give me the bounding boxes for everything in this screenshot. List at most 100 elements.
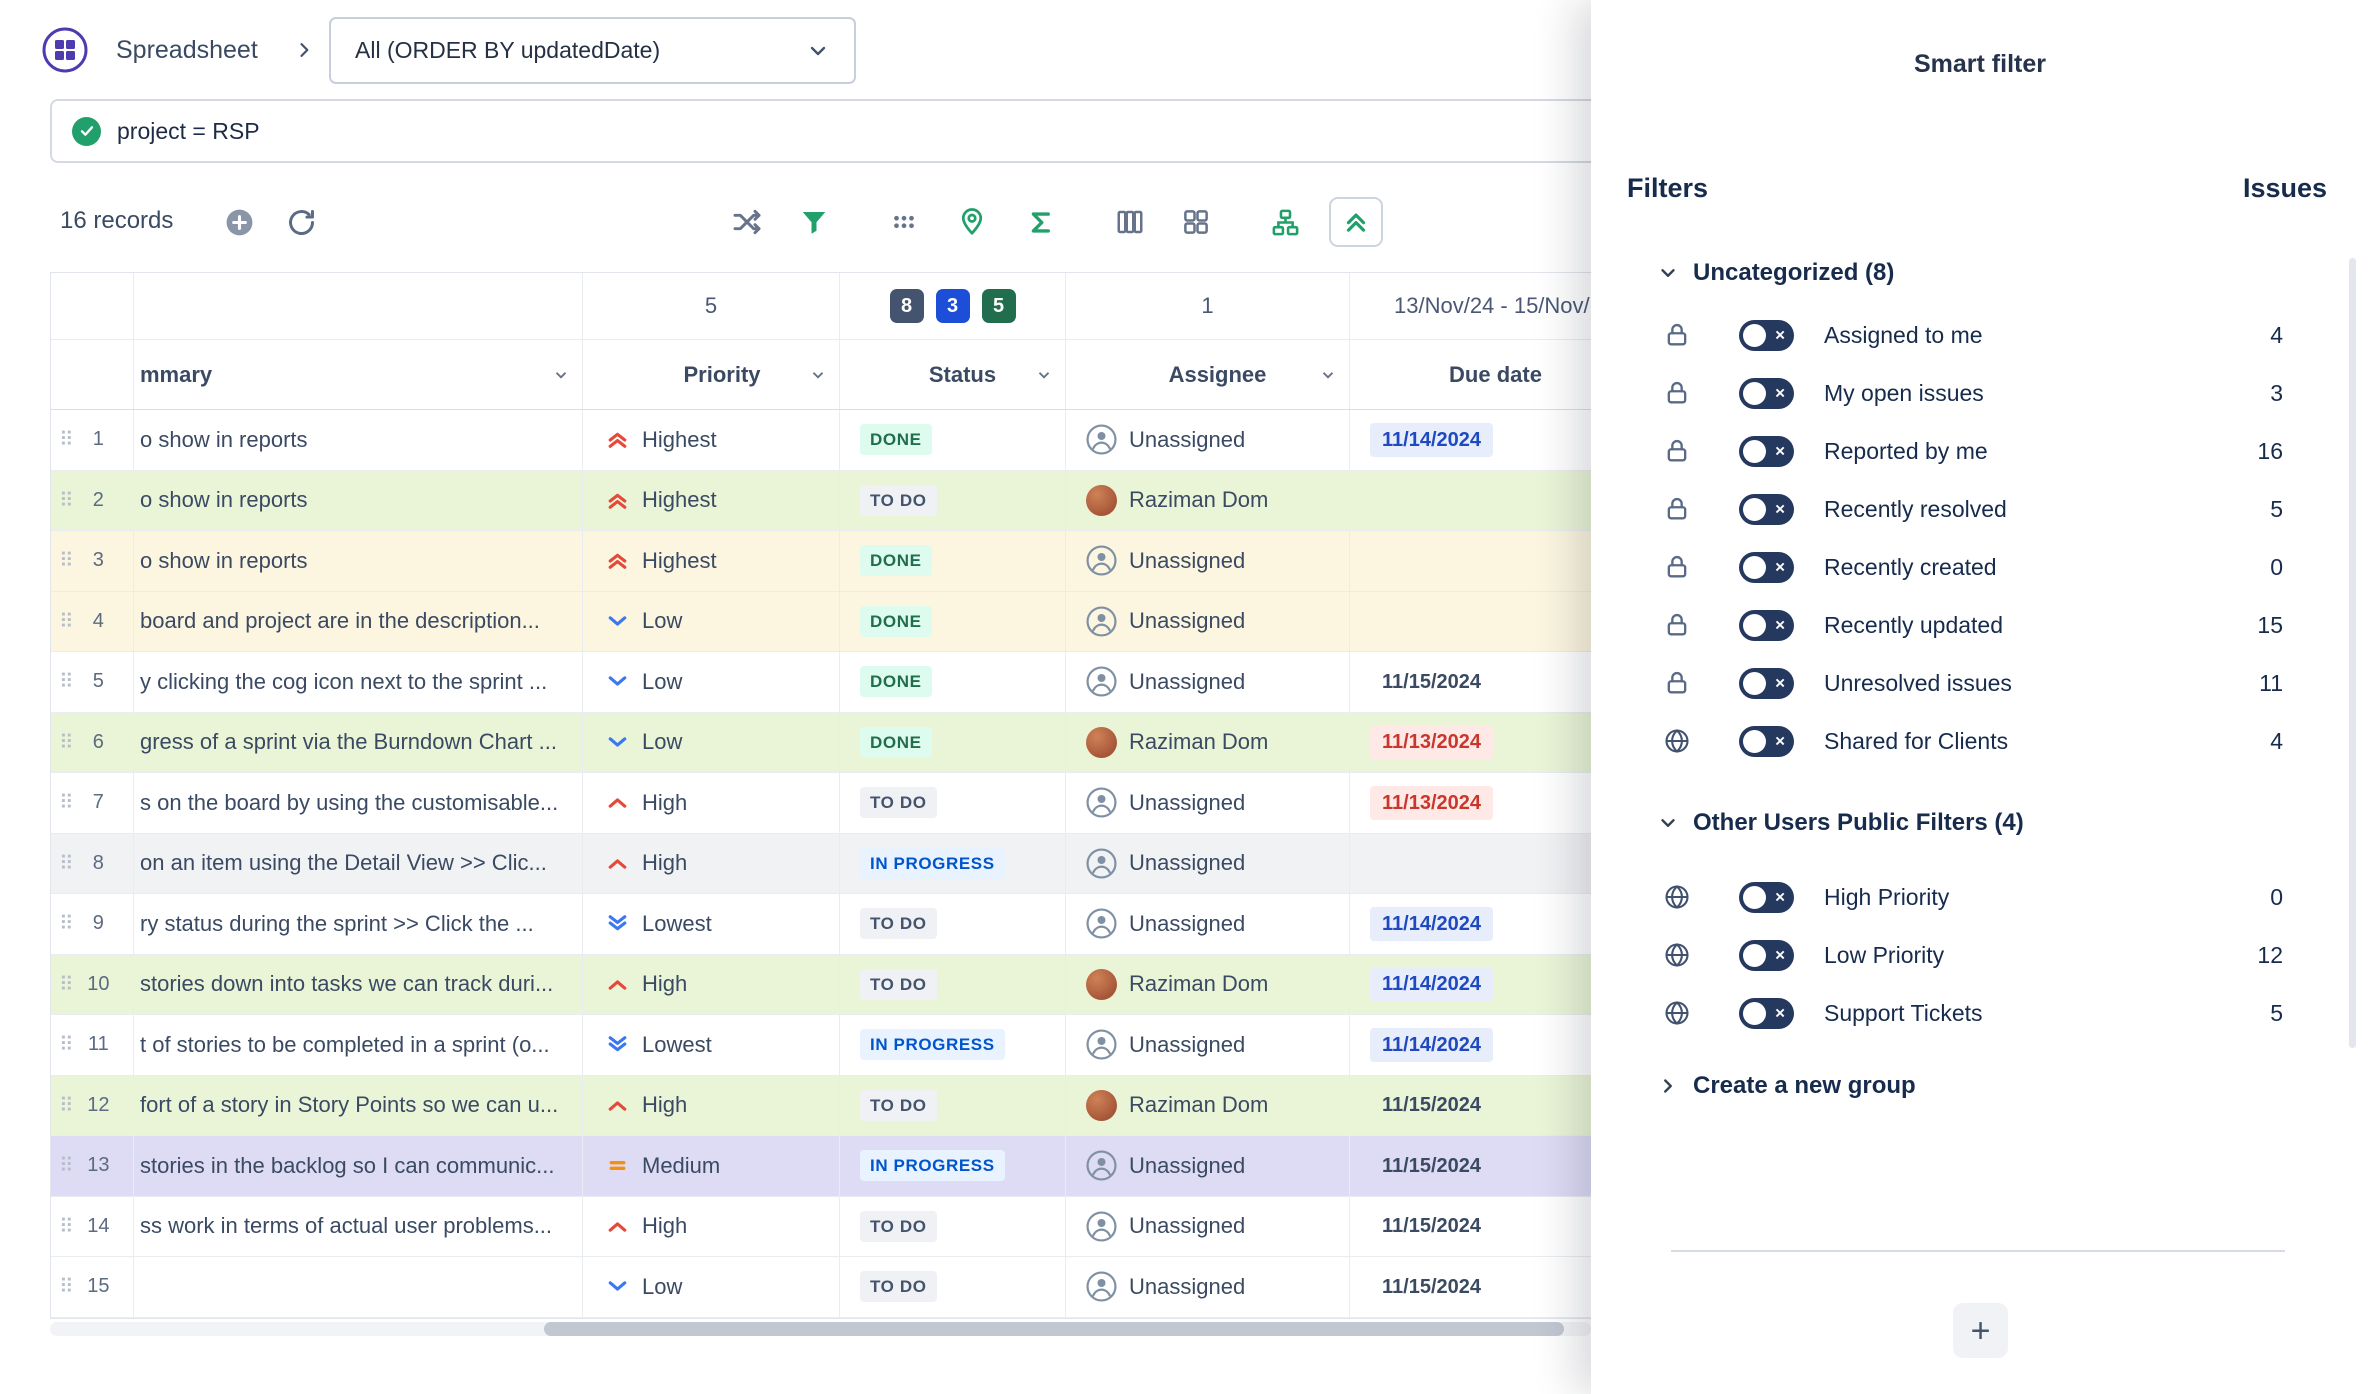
filter-toggle[interactable]: ×	[1739, 998, 1794, 1029]
filter-toggle[interactable]: ×	[1739, 882, 1794, 913]
add-record-button[interactable]	[216, 199, 262, 245]
row-number-cell[interactable]: ⠿15	[51, 1257, 134, 1317]
status-cell[interactable]: TO DO	[840, 773, 1066, 833]
priority-cell[interactable]: Low	[583, 713, 840, 773]
collapse-all-button[interactable]	[1329, 197, 1383, 247]
grid-view-button[interactable]	[1173, 199, 1219, 245]
hierarchy-button[interactable]	[1262, 199, 1308, 245]
drag-handle-icon[interactable]: ⠿	[59, 972, 74, 997]
table-row[interactable]: ⠿10stories down into tasks we can track …	[51, 955, 1619, 1016]
filter-group-header[interactable]: Other Users Public Filters (4)	[1591, 790, 2369, 856]
summary-cell[interactable]: t of stories to be completed in a sprint…	[134, 1015, 583, 1075]
table-row[interactable]: ⠿5y clicking the cog icon next to the sp…	[51, 652, 1619, 713]
drag-handle-icon[interactable]: ⠿	[59, 1214, 74, 1239]
column-header-due-date[interactable]: Due date	[1350, 340, 1621, 409]
due-date-cell[interactable]: 11/13/2024	[1350, 713, 1621, 773]
priority-cell[interactable]: High	[583, 773, 840, 833]
status-cell[interactable]: DONE	[840, 592, 1066, 652]
summary-cell[interactable]: ry status during the sprint >> Click the…	[134, 894, 583, 954]
filter-button[interactable]	[791, 199, 837, 245]
filter-toggle[interactable]: ×	[1739, 494, 1794, 525]
status-cell[interactable]: TO DO	[840, 955, 1066, 1015]
status-cell[interactable]: IN PROGRESS	[840, 1015, 1066, 1075]
status-cell[interactable]: IN PROGRESS	[840, 834, 1066, 894]
assignee-cell[interactable]: Unassigned	[1066, 1197, 1350, 1257]
assignee-cell[interactable]: Unassigned	[1066, 1015, 1350, 1075]
assignee-cell[interactable]: Unassigned	[1066, 592, 1350, 652]
row-number-cell[interactable]: ⠿11	[51, 1015, 134, 1075]
due-date-cell[interactable]: 11/13/2024	[1350, 773, 1621, 833]
summary-cell[interactable]: board and project are in the description…	[134, 592, 583, 652]
status-cell[interactable]: DONE	[840, 531, 1066, 591]
sort-chevron-icon[interactable]	[552, 366, 570, 384]
assignee-cell[interactable]: Unassigned	[1066, 652, 1350, 712]
horizontal-scrollbar-thumb[interactable]	[544, 1322, 1564, 1336]
refresh-button[interactable]	[278, 199, 324, 245]
priority-cell[interactable]: Highest	[583, 410, 840, 470]
status-cell[interactable]: IN PROGRESS	[840, 1136, 1066, 1196]
row-number-cell[interactable]: ⠿6	[51, 713, 134, 773]
column-header-priority[interactable]: Priority	[583, 340, 840, 409]
assignee-cell[interactable]: Unassigned	[1066, 1257, 1350, 1317]
table-row[interactable]: ⠿6gress of a sprint via the Burndown Cha…	[51, 713, 1619, 774]
drag-handle-icon[interactable]: ⠿	[59, 609, 74, 634]
table-row[interactable]: ⠿13stories in the backlog so I can commu…	[51, 1136, 1619, 1197]
drag-handle-icon[interactable]: ⠿	[59, 548, 74, 573]
column-header-status[interactable]: Status	[840, 340, 1066, 409]
drag-handle-icon[interactable]: ⠿	[59, 1153, 74, 1178]
row-number-cell[interactable]: ⠿13	[51, 1136, 134, 1196]
drag-handle-icon[interactable]: ⠿	[59, 427, 74, 452]
status-cell[interactable]: TO DO	[840, 1076, 1066, 1136]
row-number-cell[interactable]: ⠿5	[51, 652, 134, 712]
summary-cell[interactable]: ss work in terms of actual user problems…	[134, 1197, 583, 1257]
status-cell[interactable]: TO DO	[840, 1197, 1066, 1257]
add-filter-button[interactable]: +	[1953, 1303, 2008, 1358]
priority-cell[interactable]: Lowest	[583, 1015, 840, 1075]
summary-cell[interactable]: on an item using the Detail View >> Clic…	[134, 834, 583, 894]
insert-column-button[interactable]	[1107, 199, 1153, 245]
summary-cell[interactable]: o show in reports	[134, 531, 583, 591]
row-number-cell[interactable]: ⠿8	[51, 834, 134, 894]
priority-cell[interactable]: Highest	[583, 531, 840, 591]
filter-toggle[interactable]: ×	[1739, 668, 1794, 699]
priority-cell[interactable]: Low	[583, 1257, 840, 1317]
due-date-cell[interactable]: 11/15/2024	[1350, 1197, 1621, 1257]
summary-cell[interactable]: o show in reports	[134, 471, 583, 531]
due-date-cell[interactable]: 11/15/2024	[1350, 1076, 1621, 1136]
summary-cell[interactable]: stories down into tasks we can track dur…	[134, 955, 583, 1015]
filter-toggle[interactable]: ×	[1739, 940, 1794, 971]
query-input[interactable]: project = RSP	[50, 99, 1612, 163]
priority-cell[interactable]: High	[583, 834, 840, 894]
drag-handle-icon[interactable]: ⠿	[59, 669, 74, 694]
drag-handle-icon[interactable]: ⠿	[59, 1274, 74, 1299]
drag-handle-icon[interactable]: ⠿	[59, 488, 74, 513]
row-number-cell[interactable]: ⠿9	[51, 894, 134, 954]
priority-cell[interactable]: Highest	[583, 471, 840, 531]
table-row[interactable]: ⠿8on an item using the Detail View >> Cl…	[51, 834, 1619, 895]
status-cell[interactable]: DONE	[840, 410, 1066, 470]
table-row[interactable]: ⠿7s on the board by using the customisab…	[51, 773, 1619, 834]
filter-group-header[interactable]: Uncategorized (8)	[1591, 240, 2369, 306]
due-date-cell[interactable]	[1350, 471, 1621, 531]
filter-toggle[interactable]: ×	[1739, 378, 1794, 409]
due-date-cell[interactable]	[1350, 531, 1621, 591]
priority-cell[interactable]: High	[583, 1197, 840, 1257]
summary-cell[interactable]: fort of a story in Story Points so we ca…	[134, 1076, 583, 1136]
priority-cell[interactable]: Low	[583, 652, 840, 712]
due-date-cell[interactable]: 11/14/2024	[1350, 894, 1621, 954]
assignee-cell[interactable]: Unassigned	[1066, 834, 1350, 894]
shuffle-button[interactable]	[724, 199, 770, 245]
due-date-cell[interactable]: 11/14/2024	[1350, 410, 1621, 470]
table-row[interactable]: ⠿2o show in reportsHighestTO DORaziman D…	[51, 471, 1619, 532]
filter-toggle[interactable]: ×	[1739, 552, 1794, 583]
row-number-cell[interactable]: ⠿10	[51, 955, 134, 1015]
filter-toggle[interactable]: ×	[1739, 436, 1794, 467]
row-number-cell[interactable]: ⠿7	[51, 773, 134, 833]
priority-cell[interactable]: Low	[583, 592, 840, 652]
due-date-cell[interactable]: 11/15/2024	[1350, 652, 1621, 712]
sum-button[interactable]	[1017, 199, 1063, 245]
panel-scrollbar[interactable]	[2349, 258, 2356, 1048]
assignee-cell[interactable]: Unassigned	[1066, 410, 1350, 470]
table-row[interactable]: ⠿12fort of a story in Story Points so we…	[51, 1076, 1619, 1137]
summary-cell[interactable]: stories in the backlog so I can communic…	[134, 1136, 583, 1196]
